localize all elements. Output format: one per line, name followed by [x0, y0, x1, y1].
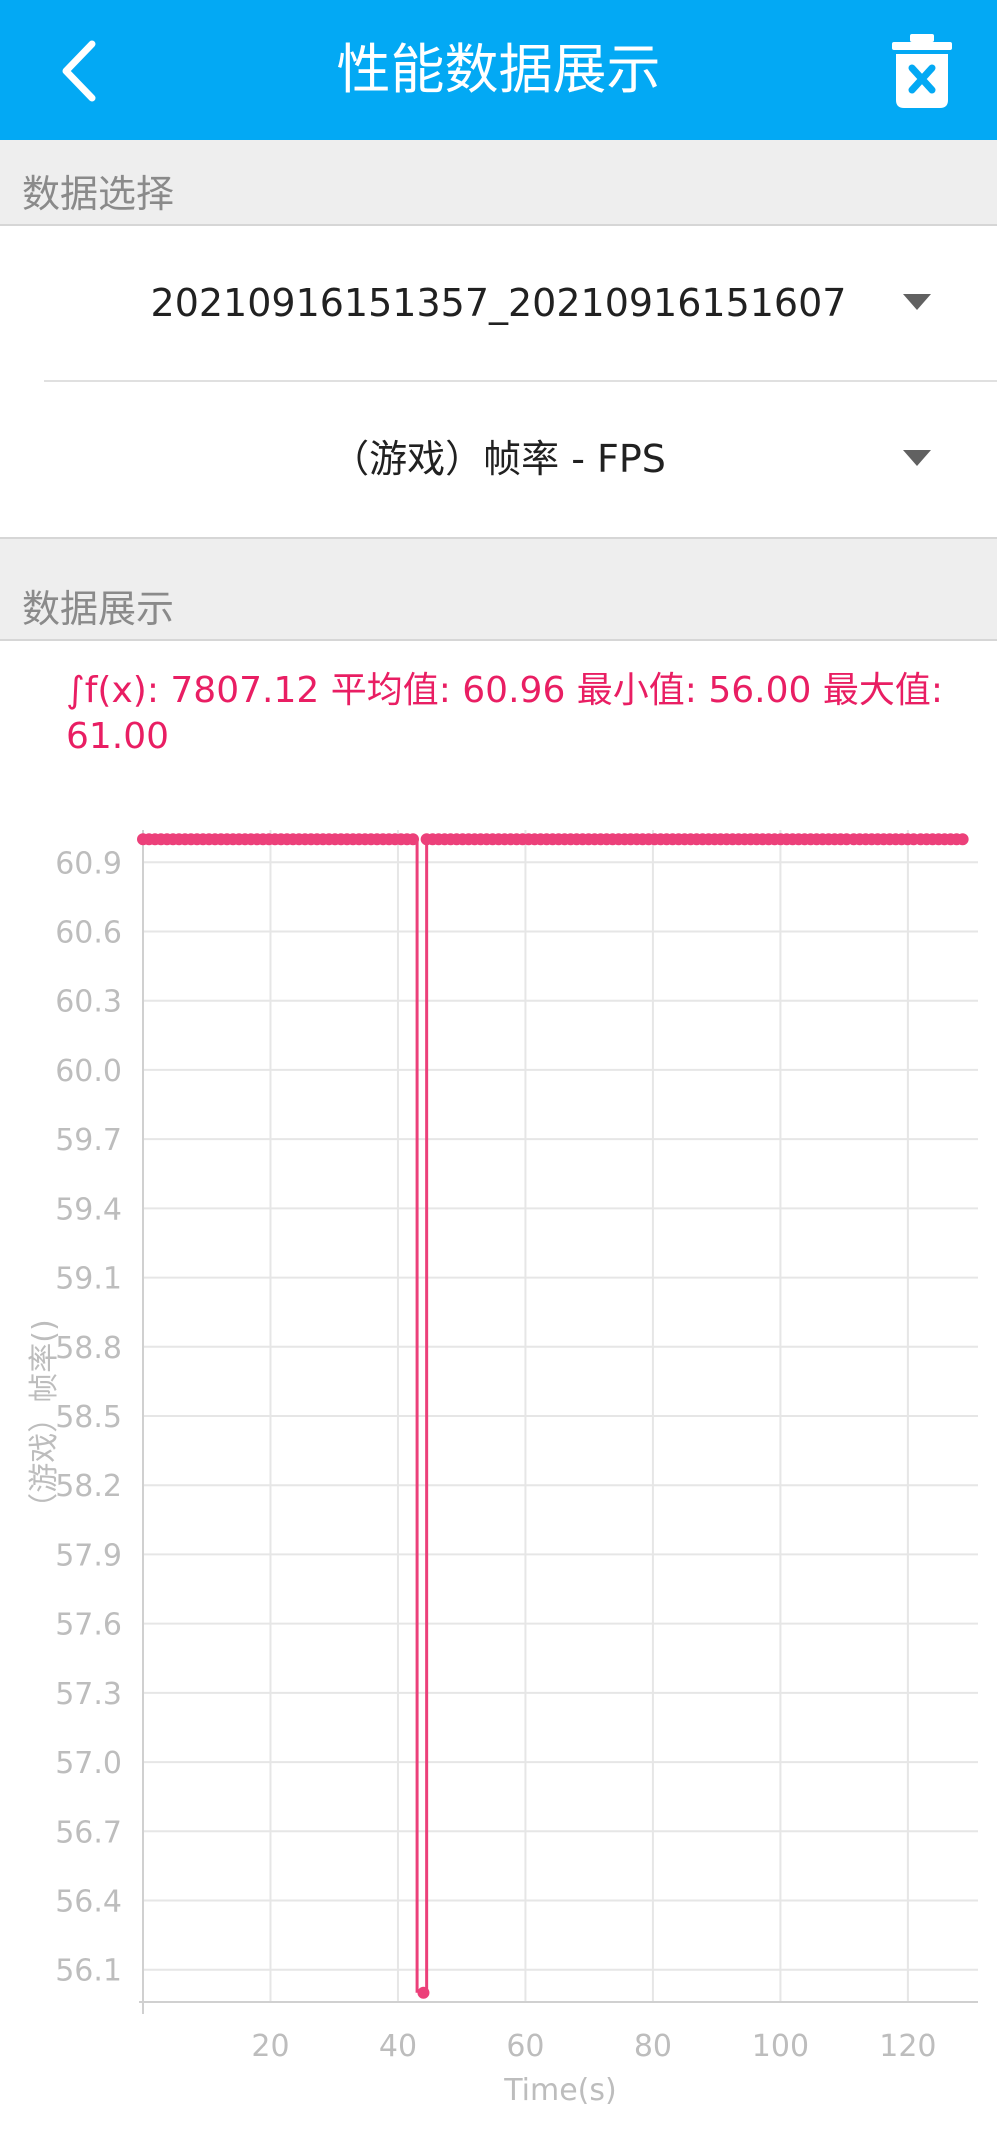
x-axis-ticks: 20 40 60 80 100 120: [251, 2029, 936, 2064]
y-axis-title: （游戏）帧率(): [27, 1319, 62, 1522]
app-bar: 性能数据展示: [0, 0, 997, 140]
dropdown-arrow-icon: [903, 294, 931, 310]
y-tick-label: 56.4: [55, 1884, 122, 1919]
y-tick-label: 57.3: [55, 1677, 122, 1712]
y-tick-label: 60.6: [55, 916, 122, 951]
session-dropdown[interactable]: 20210916151357_20210916151607: [0, 226, 997, 381]
metric-dropdown-value: （游戏）帧率 - FPS: [331, 437, 666, 481]
fps-line-chart[interactable]: 56.1 56.4 56.7 57.0 57.3 57.6 57.9 58.2 58.5 58.8…: [0, 790, 997, 2120]
session-dropdown-value: 20210916151357_20210916151607: [150, 281, 847, 325]
y-tick-label: 59.1: [55, 1262, 122, 1297]
y-tick-label: 58.5: [55, 1400, 122, 1435]
y-tick-label: 58.8: [55, 1331, 122, 1366]
x-axis-title: Time(s): [503, 2073, 616, 2108]
series-min-point: [417, 1986, 430, 1999]
metric-dropdown[interactable]: （游戏）帧率 - FPS: [0, 382, 997, 537]
y-tick-label: 58.2: [55, 1469, 122, 1504]
x-tick-label: 80: [634, 2029, 672, 2064]
y-tick-label: 57.9: [55, 1538, 122, 1573]
divider: [0, 639, 997, 641]
x-tick-label: 40: [379, 2029, 417, 2064]
data-display-header: 数据展示: [0, 539, 997, 639]
y-tick-label: 59.4: [55, 1192, 122, 1227]
x-tick-label: 120: [879, 2029, 936, 2064]
chart-axes: [139, 830, 978, 2014]
dropdown-arrow-icon: [903, 450, 931, 466]
x-tick-label: 100: [752, 2029, 809, 2064]
y-tick-label: 56.7: [55, 1815, 122, 1850]
y-tick-label: 60.9: [55, 846, 122, 881]
y-tick-label: 59.7: [55, 1123, 122, 1158]
y-tick-label: 57.0: [55, 1746, 122, 1781]
x-tick-label: 20: [251, 2029, 289, 2064]
y-tick-label: 60.3: [55, 985, 122, 1020]
trash-icon[interactable]: [890, 34, 954, 108]
series-fps: [137, 833, 972, 1999]
stats-summary: ∫f(x): 7807.12 平均值: 60.96 最小值: 56.00 最大值…: [66, 670, 943, 757]
y-tick-label: 56.1: [55, 1954, 122, 1989]
y-axis-ticks: 56.1 56.4 56.7 57.0 57.3 57.6 57.9 58.2 58.5 58.8…: [55, 846, 122, 1988]
chart-grid: [143, 830, 978, 2002]
data-display-header-label: 数据展示: [22, 587, 175, 631]
data-select-header-label: 数据选择: [22, 172, 175, 216]
page-title: 性能数据展示: [336, 38, 661, 101]
y-tick-label: 60.0: [55, 1054, 122, 1089]
y-tick-label: 57.6: [55, 1608, 122, 1643]
x-tick-label: 60: [506, 2029, 544, 2064]
data-select-header: 数据选择: [0, 140, 997, 224]
